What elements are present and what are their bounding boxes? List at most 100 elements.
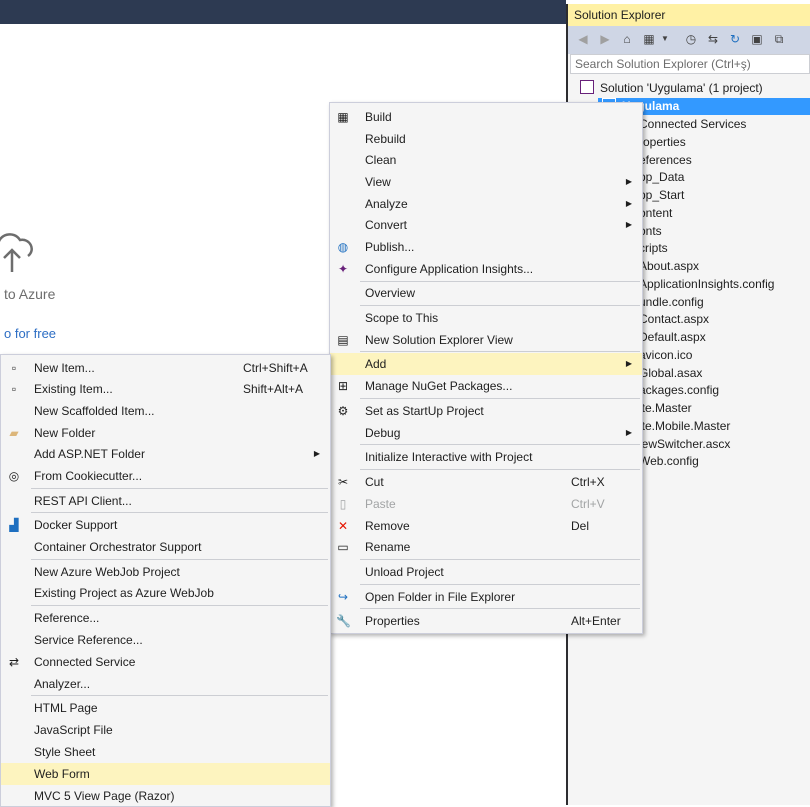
solution-explorer-search-input[interactable]: Search Solution Explorer (Ctrl+ş) <box>570 54 810 74</box>
tree-item[interactable]: roperties <box>639 134 686 151</box>
menu-item-paste[interactable]: ▯ Paste Ctrl+V <box>330 493 642 515</box>
forward-icon[interactable]: ▶ <box>598 32 612 46</box>
connected-service-icon: ⇄ <box>7 655 21 669</box>
menu-item-overview[interactable]: Overview <box>330 282 642 304</box>
menu-item-web-form[interactable]: Web Form <box>1 763 330 785</box>
sync-icon[interactable]: ⇆ <box>706 32 720 46</box>
menu-item-html-page[interactable]: HTML Page <box>1 697 330 719</box>
tree-item[interactable]: Connected Services <box>639 116 746 133</box>
menu-separator <box>360 444 640 445</box>
tree-item[interactable]: ite.Master <box>639 400 692 417</box>
menu-item-docker-support[interactable]: ▟ Docker Support <box>1 514 330 536</box>
menu-item-rebuild[interactable]: Rebuild <box>330 128 642 150</box>
chevron-down-icon[interactable]: ▼ <box>658 32 672 46</box>
menu-separator <box>360 608 640 609</box>
submenu-arrow-icon: ▶ <box>626 353 632 375</box>
menu-item-container-orchestrator[interactable]: Container Orchestrator Support <box>1 536 330 558</box>
menu-item-service-reference[interactable]: Service Reference... <box>1 629 330 651</box>
solution-icon <box>580 80 594 94</box>
tree-item[interactable]: ackages.config <box>639 382 719 399</box>
menu-separator <box>360 398 640 399</box>
tree-item[interactable]: About.aspx <box>639 258 699 275</box>
menu-item-new-item[interactable]: ▫ New Item... Ctrl+Shift+A <box>1 357 330 379</box>
solution-node[interactable]: Solution 'Uygulama' (1 project) <box>580 80 763 97</box>
menu-item-view[interactable]: View ▶ <box>330 171 642 193</box>
submenu-arrow-icon: ▶ <box>626 214 632 236</box>
switch-views-icon[interactable]: ▦ <box>642 32 656 46</box>
menu-item-cut[interactable]: ✂ Cut Ctrl+X <box>330 471 642 493</box>
tree-item[interactable]: Contact.aspx <box>639 311 709 328</box>
menu-item-open-folder[interactable]: ↪ Open Folder in File Explorer <box>330 586 642 608</box>
tree-item[interactable]: Web.config <box>639 453 699 470</box>
gear-icon: ⚙ <box>336 404 350 418</box>
submenu-arrow-icon: ▶ <box>314 443 320 465</box>
tree-item[interactable]: ontent <box>639 205 672 222</box>
menu-item-publish[interactable]: ◍ Publish... <box>330 236 642 258</box>
globe-icon: ◍ <box>336 240 350 254</box>
menu-item-configure-insights[interactable]: ✦ Configure Application Insights... <box>330 258 642 280</box>
nuget-icon: ⊞ <box>336 379 350 393</box>
menu-item-unload[interactable]: Unload Project <box>330 561 642 583</box>
menu-item-new-scaffolded[interactable]: New Scaffolded Item... <box>1 400 330 422</box>
try-free-link[interactable]: o for free <box>4 326 56 341</box>
show-all-files-icon[interactable]: ⧉ <box>772 32 786 46</box>
tree-item[interactable]: pp_Data <box>639 169 684 186</box>
tree-item[interactable]: cripts <box>639 240 668 257</box>
history-icon[interactable]: ◷ <box>684 32 698 46</box>
solution-label: Solution 'Uygulama' (1 project) <box>600 81 763 95</box>
collapse-all-icon[interactable]: ▣ <box>750 32 764 46</box>
tree-item[interactable]: Default.aspx <box>639 329 706 346</box>
menu-item-add[interactable]: Add ▶ <box>330 353 642 375</box>
menu-separator <box>360 351 640 352</box>
solution-explorer-toolbar: ◀ ▶ ⌂ ▦ ▼ ◷ ⇆ ↻ ▣ ⧉ <box>568 26 810 54</box>
menu-item-new-webjob[interactable]: New Azure WebJob Project <box>1 561 330 583</box>
rename-icon: ▭ <box>336 540 350 554</box>
menu-item-remove[interactable]: ✕ Remove Del <box>330 515 642 537</box>
menu-item-set-startup[interactable]: ⚙ Set as StartUp Project <box>330 400 642 422</box>
menu-item-init-interactive[interactable]: Initialize Interactive with Project <box>330 446 642 468</box>
menu-item-debug[interactable]: Debug ▶ <box>330 422 642 444</box>
tree-item[interactable]: pp_Start <box>639 187 684 204</box>
menu-item-clean[interactable]: Clean <box>330 149 642 171</box>
cloud-upload-icon <box>0 222 34 274</box>
menu-separator <box>360 305 640 306</box>
menu-item-mvc-view[interactable]: MVC 5 View Page (Razor) <box>1 785 330 807</box>
menu-item-existing-webjob[interactable]: Existing Project as Azure WebJob <box>1 582 330 604</box>
back-icon[interactable]: ◀ <box>576 32 590 46</box>
tree-item[interactable]: ApplicationInsights.config <box>639 276 774 293</box>
menu-item-rename[interactable]: ▭ Rename <box>330 536 642 558</box>
menu-item-rest-api-client[interactable]: REST API Client... <box>1 490 330 512</box>
menu-item-existing-item[interactable]: ▫ Existing Item... Shift+Alt+A <box>1 378 330 400</box>
menu-separator <box>31 488 328 489</box>
tree-item[interactable]: ite.Mobile.Master <box>639 418 730 435</box>
project-context-menu: ▦ Build Rebuild Clean View ▶ Analyze ▶ C… <box>329 102 643 634</box>
tree-item[interactable]: avicon.ico <box>639 347 692 364</box>
tree-item[interactable]: eferences <box>639 152 692 169</box>
menu-item-javascript-file[interactable]: JavaScript File <box>1 719 330 741</box>
menu-item-analyze[interactable]: Analyze ▶ <box>330 193 642 215</box>
new-item-icon: ▫ <box>7 361 21 375</box>
menu-item-new-se-view[interactable]: ▤ New Solution Explorer View <box>330 329 642 351</box>
menu-item-build[interactable]: ▦ Build <box>330 106 642 128</box>
menu-item-new-folder[interactable]: ▰ New Folder <box>1 422 330 444</box>
menu-item-manage-nuget[interactable]: ⊞ Manage NuGet Packages... <box>330 375 642 397</box>
menu-item-from-cookiecutter[interactable]: ◎ From Cookiecutter... <box>1 465 330 487</box>
menu-item-analyzer[interactable]: Analyzer... <box>1 673 330 695</box>
refresh-icon[interactable]: ↻ <box>728 32 742 46</box>
menu-item-connected-service[interactable]: ⇄ Connected Service <box>1 651 330 673</box>
menu-item-scope-to-this[interactable]: Scope to This <box>330 307 642 329</box>
tree-item[interactable]: iewSwitcher.ascx <box>639 436 730 453</box>
menu-item-add-aspnet-folder[interactable]: Add ASP.NET Folder ▶ <box>1 443 330 465</box>
menu-item-style-sheet[interactable]: Style Sheet <box>1 741 330 763</box>
window-top-bar <box>0 0 566 24</box>
home-icon[interactable]: ⌂ <box>620 32 634 46</box>
submenu-arrow-icon: ▶ <box>626 171 632 193</box>
menu-separator <box>360 559 640 560</box>
menu-separator <box>31 512 328 513</box>
menu-item-convert[interactable]: Convert ▶ <box>330 214 642 236</box>
tree-item[interactable]: Global.asax <box>639 365 702 382</box>
tree-item[interactable]: undle.config <box>639 294 704 311</box>
build-icon: ▦ <box>336 110 350 124</box>
menu-item-reference[interactable]: Reference... <box>1 607 330 629</box>
menu-item-properties[interactable]: 🔧 Properties Alt+Enter <box>330 610 642 632</box>
